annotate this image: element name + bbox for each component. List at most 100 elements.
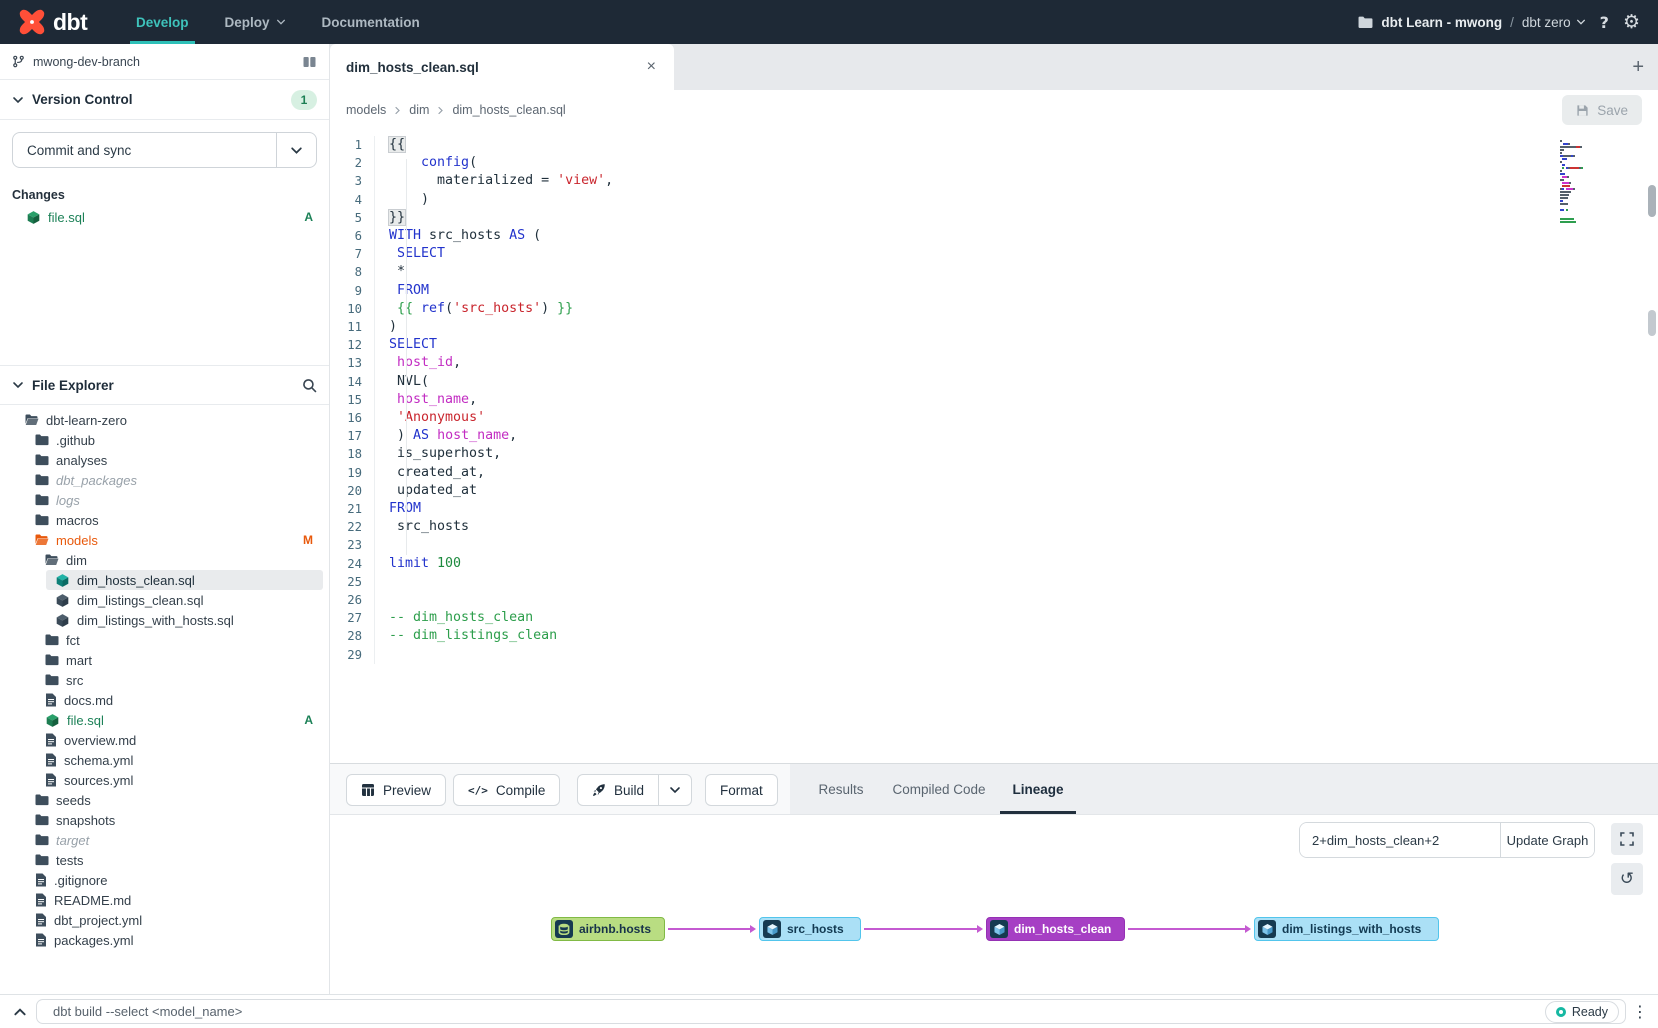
lineage-node-dim_hosts_clean[interactable]: dim_hosts_clean: [986, 917, 1125, 941]
code-line[interactable]: 19 created_at,: [330, 464, 1658, 482]
lineage-selector-input[interactable]: [1300, 823, 1500, 857]
new-tab-button[interactable]: +: [1632, 44, 1644, 90]
gear-icon[interactable]: ⚙: [1623, 11, 1640, 33]
command-input[interactable]: dbt build --select <model_name> Ready: [36, 999, 1626, 1024]
code-line[interactable]: 8 *: [330, 263, 1658, 281]
file-explorer-header[interactable]: File Explorer: [0, 365, 329, 405]
editor-tab[interactable]: dim_hosts_clean.sql ×: [330, 44, 674, 90]
tree-item-overview.md[interactable]: overview.md: [0, 730, 329, 750]
code-line[interactable]: 3 materialized = 'view',: [330, 172, 1658, 190]
code-line[interactable]: 22 src_hosts: [330, 518, 1658, 536]
code-line[interactable]: 2 config(: [330, 154, 1658, 172]
compile-button[interactable]: </>Compile: [453, 774, 560, 806]
lineage-node-src_hosts[interactable]: src_hosts: [759, 917, 861, 941]
fullscreen-button[interactable]: [1611, 823, 1643, 855]
build-options-caret[interactable]: [658, 775, 691, 805]
branch-row[interactable]: mwong-dev-branch: [0, 44, 329, 80]
dbt-logo[interactable]: dbt: [0, 8, 100, 36]
tree-item-sources.yml[interactable]: sources.yml: [0, 770, 329, 790]
tree-item-src[interactable]: src: [0, 670, 329, 690]
minimap[interactable]: [1560, 140, 1632, 227]
tree-item-dim_listings_clean.sql[interactable]: dim_listings_clean.sql: [0, 590, 329, 610]
code-line[interactable]: 24limit 100: [330, 555, 1658, 573]
split-view-icon[interactable]: [302, 55, 317, 69]
code-line[interactable]: 16 'Anonymous': [330, 409, 1658, 427]
changed-file-row[interactable]: file.sql A: [0, 206, 329, 228]
tree-item-tests[interactable]: tests: [0, 850, 329, 870]
close-icon[interactable]: ×: [645, 58, 658, 76]
code-line[interactable]: 9 FROM: [330, 282, 1658, 300]
tree-item-schema.yml[interactable]: schema.yml: [0, 750, 329, 770]
code-line[interactable]: 10 {{ ref('src_hosts') }}: [330, 300, 1658, 318]
version-control-header[interactable]: Version Control 1: [0, 80, 329, 120]
code-line[interactable]: 15 host_name,: [330, 391, 1658, 409]
scrollbar-thumb[interactable]: [1648, 310, 1656, 336]
code-line[interactable]: 17 ) AS host_name,: [330, 427, 1658, 445]
tree-item-dbt_project.yml[interactable]: dbt_project.yml: [0, 910, 329, 930]
tree-item-packages.yml[interactable]: packages.yml: [0, 930, 329, 950]
tree-item-analyses[interactable]: analyses: [0, 450, 329, 470]
code-line[interactable]: 26: [330, 591, 1658, 609]
tree-item-target[interactable]: target: [0, 830, 329, 850]
editor-tabbar: dim_hosts_clean.sql × +: [330, 44, 1658, 90]
format-button[interactable]: Format: [705, 774, 778, 806]
nav-item-documentation[interactable]: Documentation: [308, 0, 434, 44]
reset-view-button[interactable]: ↺: [1611, 863, 1643, 895]
code-line[interactable]: 20 updated_at: [330, 482, 1658, 500]
tree-item-.gitignore[interactable]: .gitignore: [0, 870, 329, 890]
search-icon[interactable]: [302, 378, 317, 393]
chevron-up-icon[interactable]: [13, 1005, 27, 1019]
tree-item-logs[interactable]: logs: [0, 490, 329, 510]
code-line[interactable]: 29: [330, 646, 1658, 664]
code-line[interactable]: 23: [330, 536, 1658, 554]
code-line[interactable]: 27-- dim_hosts_clean: [330, 609, 1658, 627]
preview-button[interactable]: Preview: [346, 774, 446, 806]
scrollbar-thumb[interactable]: [1648, 185, 1656, 217]
tree-item-README.md[interactable]: README.md: [0, 890, 329, 910]
code-line[interactable]: 28-- dim_listings_clean: [330, 627, 1658, 645]
nav-item-deploy[interactable]: Deploy: [211, 0, 300, 44]
update-graph-button[interactable]: Update Graph: [1500, 823, 1594, 857]
tree-item-dim_listings_with_hosts.sql[interactable]: dim_listings_with_hosts.sql: [0, 610, 329, 630]
tree-item-macros[interactable]: macros: [0, 510, 329, 530]
panel-tab-results[interactable]: Results: [818, 764, 863, 814]
commit-and-sync-button[interactable]: Commit and sync: [12, 132, 317, 168]
lineage-node-airbnb.hosts[interactable]: airbnb.hosts: [551, 917, 665, 941]
code-line[interactable]: 6WITH src_hosts AS (: [330, 227, 1658, 245]
tree-item-seeds[interactable]: seeds: [0, 790, 329, 810]
tree-item-file.sql[interactable]: file.sql A: [0, 710, 329, 730]
code-line[interactable]: 21FROM: [330, 500, 1658, 518]
tree-item-dbt_packages[interactable]: dbt_packages: [0, 470, 329, 490]
help-icon[interactable]: ?: [1600, 13, 1609, 32]
tree-item-fct[interactable]: fct: [0, 630, 329, 650]
account-switcher[interactable]: dbt Learn - mwong / dbt zero: [1358, 15, 1585, 30]
code-line[interactable]: 1{{: [330, 136, 1658, 154]
tree-item-dim_hosts_clean.sql[interactable]: dim_hosts_clean.sql: [0, 570, 329, 590]
tree-item-.github[interactable]: .github: [0, 430, 329, 450]
tree-item-dim[interactable]: dim: [0, 550, 329, 570]
save-button[interactable]: Save: [1562, 95, 1642, 125]
environment-selector[interactable]: dbt zero: [1522, 15, 1586, 30]
code-line[interactable]: 25: [330, 573, 1658, 591]
tree-item-dbt-learn-zero[interactable]: dbt-learn-zero: [0, 410, 329, 430]
tree-item-mart[interactable]: mart: [0, 650, 329, 670]
code-line[interactable]: 7 SELECT: [330, 245, 1658, 263]
build-button[interactable]: Build: [577, 774, 692, 806]
code-editor[interactable]: 1{{2 config(3 materialized = 'view',4 )5…: [330, 130, 1658, 763]
tree-item-docs.md[interactable]: docs.md: [0, 690, 329, 710]
code-line[interactable]: 4 ): [330, 191, 1658, 209]
code-line[interactable]: 12SELECT: [330, 336, 1658, 354]
lineage-node-dim_listings_with_hosts[interactable]: dim_listings_with_hosts: [1254, 917, 1439, 941]
panel-tab-compiled-code[interactable]: Compiled Code: [892, 764, 985, 814]
code-line[interactable]: 5}}: [330, 209, 1658, 227]
code-line[interactable]: 13 host_id,: [330, 354, 1658, 372]
panel-tab-lineage[interactable]: Lineage: [1012, 764, 1063, 814]
code-line[interactable]: 18 is_superhost,: [330, 445, 1658, 463]
tree-item-snapshots[interactable]: snapshots: [0, 810, 329, 830]
code-line[interactable]: 11): [330, 318, 1658, 336]
kebab-menu-icon[interactable]: ⋮: [1632, 1002, 1648, 1021]
tree-item-models[interactable]: models M: [0, 530, 329, 550]
code-line[interactable]: 14 NVL(: [330, 373, 1658, 391]
nav-item-develop[interactable]: Develop: [122, 0, 203, 44]
commit-options-caret[interactable]: [276, 133, 316, 167]
